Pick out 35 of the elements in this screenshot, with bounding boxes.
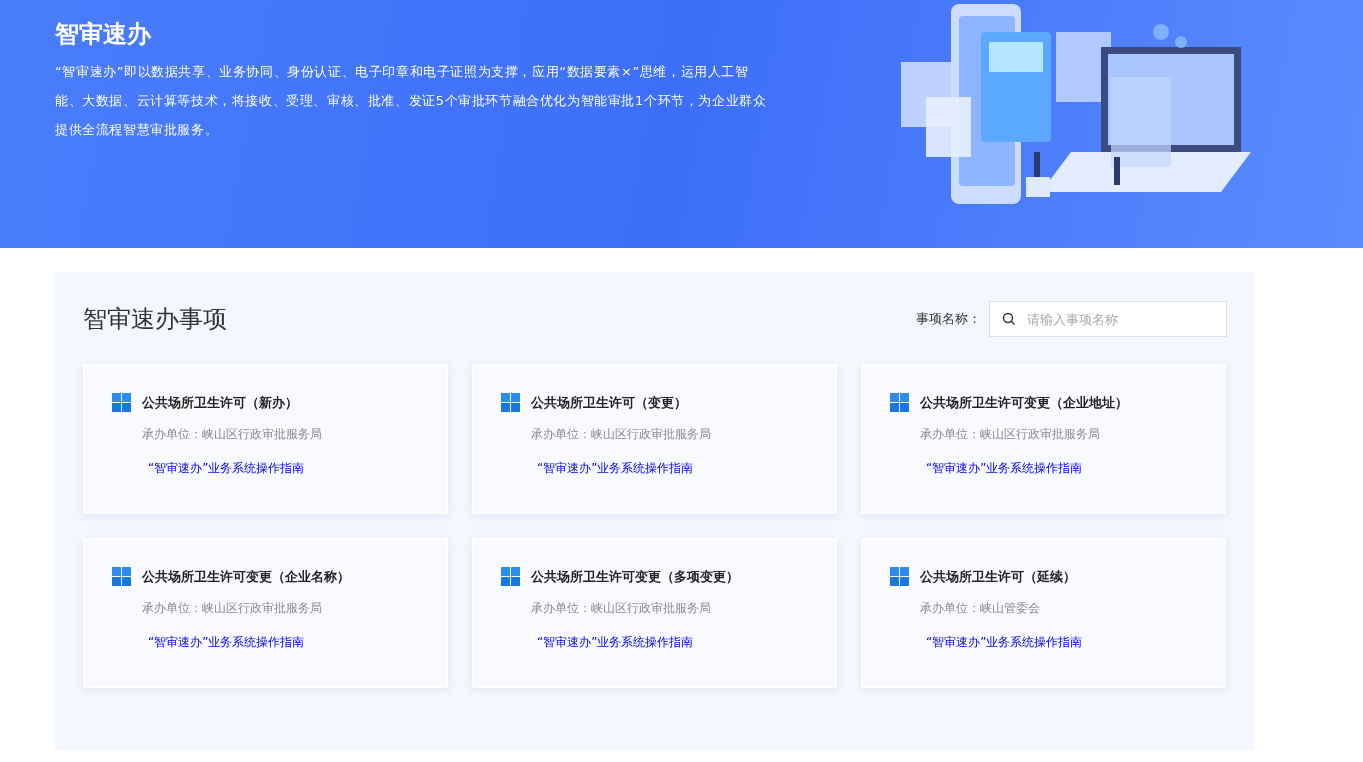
unit-text: 承办单位：峡山区行政审批服务局: [920, 426, 1101, 443]
item-card[interactable]: 公共场所卫生许可变更（企业名称） 承办单位：峡山区行政审批服务局 “智审速办”业务系统操作指南: [83, 538, 448, 688]
grid-icon: [890, 393, 909, 412]
item-title: 公共场所卫生许可变更（企业名称）: [142, 567, 350, 586]
unit-text: 承办单位：峡山区行政审批服务局: [142, 426, 323, 443]
guide-link[interactable]: “智审速办”业务系统操作指南: [926, 460, 1083, 477]
item-card[interactable]: 公共场所卫生许可（变更） 承办单位：峡山区行政审批服务局 “智审速办”业务系统操作指南: [472, 364, 837, 514]
item-title: 公共场所卫生许可（延续）: [920, 567, 1076, 586]
item-title: 公共场所卫生许可变更（多项变更）: [531, 567, 739, 586]
section-title: 智审速办事项: [83, 304, 227, 335]
search-field[interactable]: 请输入事项名称: [989, 301, 1227, 337]
grid-icon: [890, 567, 909, 586]
guide-link[interactable]: “智审速办”业务系统操作指南: [537, 460, 694, 477]
banner-description: “智审速办”即以数据共享、业务协同、身份认证、电子印章和电子证照为支撑，应用“数据要素×”思维，运用人工智能、大数据、云计算等技术，将接收、受理、审核、批准、发证5个审批环节融合优化为智能审批1个环节，为企业群众提供全流程智慧审批服务。: [55, 63, 768, 139]
grid-icon: [501, 393, 520, 412]
item-title: 公共场所卫生许可（新办）: [142, 393, 298, 412]
item-card[interactable]: 公共场所卫生许可变更（多项变更） 承办单位：峡山区行政审批服务局 “智审速办”业务系统操作指南: [472, 538, 837, 688]
item-card[interactable]: 公共场所卫生许可（新办） 承办单位：峡山区行政审批服务局 “智审速办”业务系统操作指南: [83, 364, 448, 514]
item-card[interactable]: 公共场所卫生许可变更（企业地址） 承办单位：峡山区行政审批服务局 “智审速办”业务系统操作指南: [861, 364, 1226, 514]
guide-link[interactable]: “智审速办”业务系统操作指南: [537, 634, 694, 651]
grid-icon: [112, 567, 131, 586]
grid-icon: [112, 393, 131, 412]
grid-icon: [501, 567, 520, 586]
unit-text: 承办单位：峡山区行政审批服务局: [531, 426, 712, 443]
guide-link[interactable]: “智审速办”业务系统操作指南: [148, 634, 305, 651]
unit-text: 承办单位：峡山管委会: [920, 600, 1041, 617]
search-label: 事项名称：: [916, 310, 981, 328]
unit-text: 承办单位：峡山区行政审批服务局: [142, 600, 323, 617]
item-title: 公共场所卫生许可（变更）: [531, 393, 687, 412]
item-card[interactable]: 公共场所卫生许可（延续） 承办单位：峡山管委会 “智审速办”业务系统操作指南: [861, 538, 1226, 688]
guide-link[interactable]: “智审速办”业务系统操作指南: [148, 460, 305, 477]
item-title: 公共场所卫生许可变更（企业地址）: [920, 393, 1128, 412]
banner-title: 智审速办: [55, 19, 152, 50]
unit-text: 承办单位：峡山区行政审批服务局: [531, 600, 712, 617]
guide-link[interactable]: “智审速办”业务系统操作指南: [926, 634, 1083, 651]
